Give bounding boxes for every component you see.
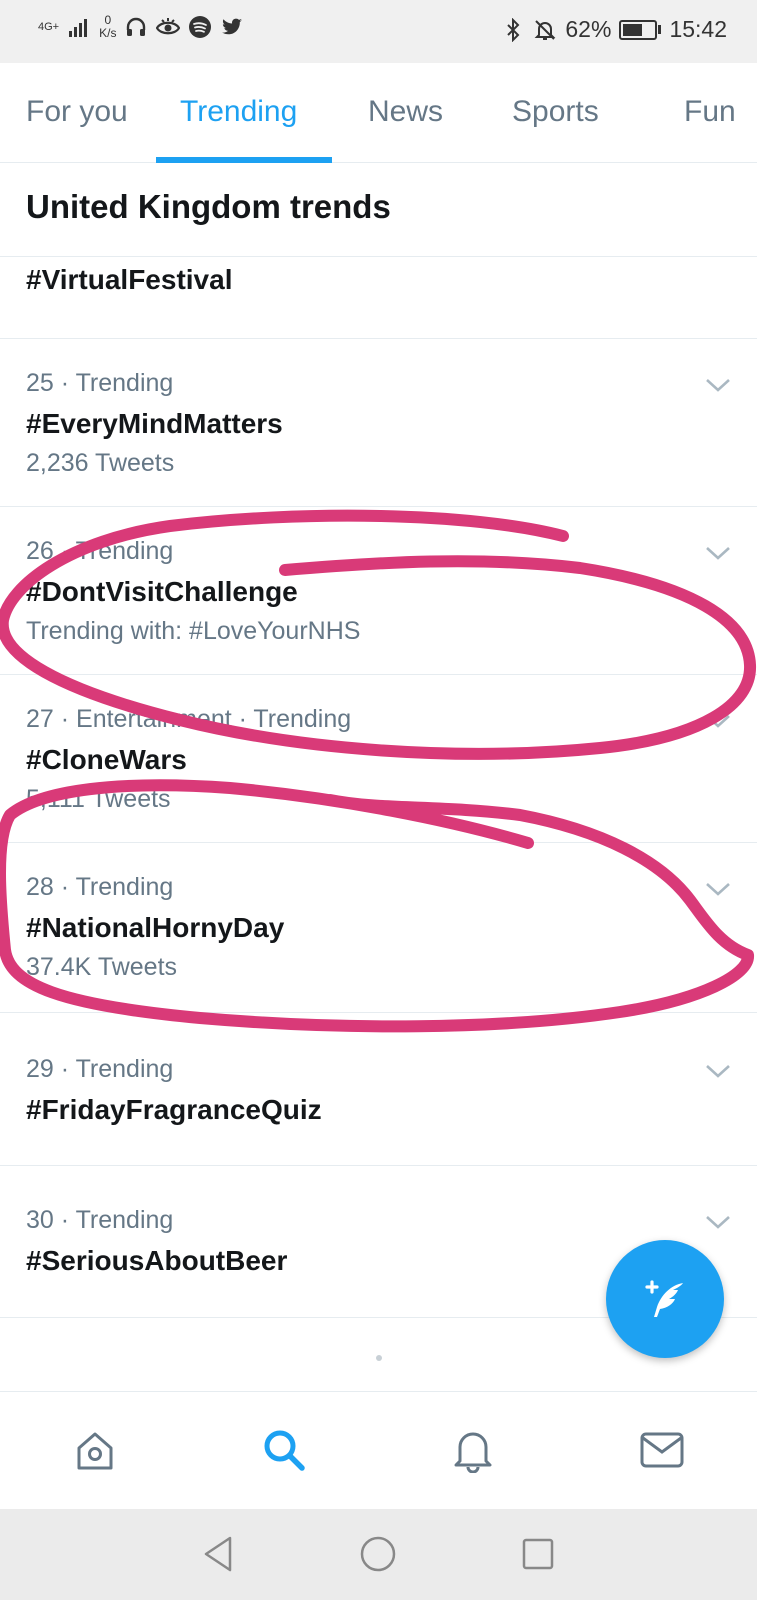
trend-meta: 27 · Entertainment · Trending — [26, 705, 352, 733]
trend-tweet-count: 5,111 Tweets — [26, 785, 171, 813]
tab-news[interactable]: News — [368, 95, 443, 129]
trend-item[interactable]: 28 · Trending #NationalHornyDay 37.4K Tw… — [0, 843, 757, 1013]
recents-icon — [522, 1538, 554, 1570]
spotify-icon — [189, 16, 212, 38]
trend-meta: 29 · Trending — [26, 1055, 174, 1083]
bottom-navigation — [0, 1391, 757, 1509]
trend-name: #CloneWars — [26, 744, 187, 775]
trend-name: #DontVisitChallenge — [26, 576, 298, 607]
tab-trending[interactable]: Trending — [180, 95, 297, 129]
trend-item[interactable]: #VirtualFestival — [0, 257, 757, 339]
system-home-button[interactable] — [355, 1531, 401, 1577]
trend-name: #EveryMindMatters — [26, 408, 283, 439]
trend-name: #VirtualFestival — [26, 264, 233, 295]
trend-tweet-count: 37.4K Tweets — [26, 953, 178, 981]
trend-meta: 30 · Trending — [26, 1206, 174, 1234]
tab-for-you[interactable]: For you — [26, 95, 128, 129]
chevron-down-icon[interactable] — [705, 713, 731, 729]
chevron-down-icon[interactable] — [705, 545, 731, 561]
active-tab-indicator — [156, 157, 332, 163]
mail-icon — [640, 1432, 684, 1468]
compose-tweet-button[interactable] — [606, 1240, 724, 1358]
trend-context: Trending with: #LoveYourNHS — [26, 617, 361, 645]
trend-item[interactable]: 29 · Trending #FridayFragranceQuiz — [0, 1013, 757, 1166]
trend-name: #NationalHornyDay — [26, 912, 285, 943]
battery-icon — [619, 19, 662, 40]
explore-tabs: For you Trending News Sports Fun — [0, 63, 757, 163]
chevron-down-icon[interactable] — [705, 1214, 731, 1230]
compose-tweet-icon — [645, 1280, 683, 1317]
page-title: United Kingdom trends — [26, 188, 391, 225]
trend-item[interactable]: 26 · Trending #DontVisitChallenge Trendi… — [0, 507, 757, 675]
trend-meta: 25 · Trending — [26, 369, 174, 397]
bluetooth-icon — [507, 17, 520, 42]
signal-icon — [69, 19, 88, 37]
trend-meta: 28 · Trending — [26, 873, 174, 901]
chevron-down-icon[interactable] — [705, 1063, 731, 1079]
trend-tweet-count: 2,236 Tweets — [26, 449, 175, 477]
back-icon — [204, 1536, 232, 1572]
home-circle-icon — [360, 1536, 396, 1572]
headphones-icon — [127, 17, 146, 36]
nav-search[interactable] — [260, 1426, 308, 1474]
mute-bell-icon — [534, 19, 556, 40]
battery-percent: 62% — [565, 16, 612, 42]
clock: 15:42 — [669, 16, 727, 42]
home-icon — [77, 1432, 113, 1470]
nav-notifications[interactable] — [449, 1426, 497, 1474]
nav-messages[interactable] — [638, 1426, 686, 1474]
trend-name: #FridayFragranceQuiz — [26, 1094, 322, 1125]
twitter-bird-icon — [222, 18, 243, 35]
system-navigation-bar — [0, 1509, 757, 1600]
eye-icon — [156, 18, 181, 35]
trend-meta: 26 · Trending — [26, 537, 174, 565]
network-speed: 0 K/s — [99, 14, 116, 40]
system-recents-button[interactable] — [515, 1531, 561, 1577]
bell-icon — [454, 1432, 492, 1473]
chevron-down-icon[interactable] — [705, 881, 731, 897]
trend-name: #SeriousAboutBeer — [26, 1245, 288, 1276]
chevron-down-icon[interactable] — [705, 377, 731, 393]
trend-item[interactable]: 27 · Entertainment · Trending #CloneWars… — [0, 675, 757, 843]
nav-home[interactable] — [71, 1426, 119, 1474]
network-type: 4G+ — [38, 20, 60, 33]
search-icon — [264, 1430, 305, 1471]
trend-item[interactable]: 25 · Trending #EveryMindMatters 2,236 Tw… — [0, 339, 757, 507]
speed-value: 0 — [104, 13, 112, 27]
status-bar: 4G+ 0 K/s 62% 15:42 — [0, 0, 757, 63]
speed-unit: K/s — [99, 26, 117, 40]
tab-sports[interactable]: Sports — [512, 95, 599, 129]
loading-indicator — [376, 1355, 382, 1361]
system-back-button[interactable] — [195, 1531, 241, 1577]
tab-fun[interactable]: Fun — [684, 95, 736, 129]
